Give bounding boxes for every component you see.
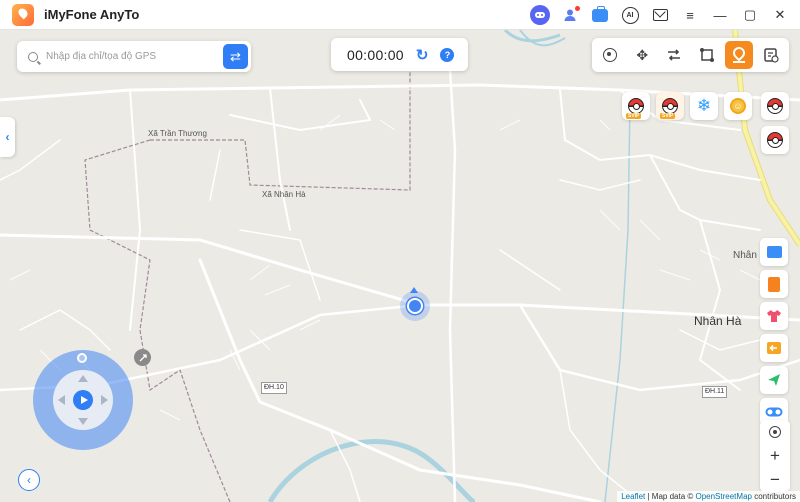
monitor-icon [766, 246, 782, 258]
history-icon [764, 48, 779, 63]
joystick[interactable] [33, 350, 133, 450]
title-bar: iMyFone AnyTo AI ≡ — ▢ ✕ [0, 0, 800, 30]
pokeball-lock-button[interactable] [761, 126, 789, 154]
joystick-route-icon[interactable] [134, 349, 151, 366]
history-button[interactable] [757, 41, 785, 69]
map-label-xa-nhan-ha: Xã Nhân Hà [262, 190, 306, 199]
pokemon-tools-row: SVIP SVIP ❄ ☺ [622, 92, 752, 120]
search-bar: ⇄ [17, 41, 251, 72]
copy-icon [768, 276, 780, 292]
arrow-up-icon[interactable] [78, 375, 88, 382]
osm-link[interactable]: OpenStreetMap [695, 492, 751, 501]
svip-badge: SVIP [660, 113, 676, 119]
search-go-button[interactable]: ⇄ [223, 44, 248, 69]
pokemon-map-button[interactable]: SVIP [622, 92, 650, 120]
multi-route-icon [699, 48, 714, 62]
current-location-marker[interactable] [400, 291, 430, 321]
search-icon [28, 51, 38, 62]
side-panel-toggle[interactable]: ‹ [0, 117, 15, 157]
arrow-left-icon[interactable] [58, 395, 65, 405]
help-icon[interactable]: ? [440, 47, 455, 62]
pokeball-button[interactable] [761, 92, 789, 120]
locate-icon [769, 426, 781, 438]
attribution-contributors: contributors [751, 492, 796, 501]
coin-icon: ☺ [730, 98, 746, 114]
discord-icon[interactable] [530, 5, 550, 25]
right-pokeball-column [761, 92, 789, 154]
pin-icon [730, 44, 748, 62]
pokeball-icon [662, 98, 678, 114]
pokeball-icon [628, 98, 644, 114]
copy-button[interactable] [760, 270, 788, 298]
teleport-mode-button[interactable] [596, 41, 624, 69]
device-button[interactable] [760, 238, 788, 266]
maximize-icon[interactable]: ▢ [740, 5, 760, 25]
road-shield-dh11: ĐH.11 [702, 386, 728, 398]
import-icon [767, 342, 781, 354]
arrow-down-icon[interactable] [78, 418, 88, 425]
close-icon[interactable]: ✕ [770, 5, 790, 25]
move-icon: ✥ [636, 46, 649, 63]
mode-toolbar: ✥ [592, 38, 789, 72]
map-label-xa-tran-thuong: Xã Trần Thương [148, 129, 207, 138]
coin-button[interactable]: ☺ [724, 92, 752, 120]
freeze-button[interactable]: ❄ [690, 92, 718, 120]
two-spot-mode-button[interactable] [660, 41, 688, 69]
joystick-direction-knob[interactable] [77, 353, 87, 363]
title-bar-icons: AI ≡ — ▢ ✕ [530, 5, 790, 25]
multi-spot-mode-button[interactable] [693, 41, 721, 69]
pokeball-icon [767, 98, 783, 114]
locate-me-button[interactable] [760, 420, 790, 444]
zoom-out-button[interactable]: − [760, 468, 790, 492]
leaflet-link[interactable]: Leaflet [621, 492, 645, 501]
app-title: iMyFone AnyTo [44, 7, 140, 22]
toggle-icon [765, 407, 783, 417]
send-icon [768, 374, 780, 386]
app-logo-icon [12, 3, 34, 26]
share-location-button[interactable] [760, 366, 788, 394]
cooldown-timer: 00:00:00 ↻ ? [331, 38, 468, 71]
import-button[interactable] [760, 334, 788, 362]
briefcase-icon[interactable] [590, 5, 610, 25]
right-toolbar [760, 238, 790, 426]
road-shield-dh10: ĐH.10 [261, 382, 287, 394]
map-label-nhan-edge: Nhân [733, 250, 757, 261]
mail-icon[interactable] [650, 5, 670, 25]
svip-badge: SVIP [626, 113, 642, 119]
pokemon-feature-button[interactable]: SVIP [656, 92, 684, 120]
joystick-mode-button[interactable]: ✥ [628, 41, 656, 69]
route-icon [668, 49, 681, 61]
attribution-separator: | Map data © [645, 492, 696, 501]
play-button[interactable] [73, 390, 93, 410]
back-button[interactable]: ‹ [18, 469, 40, 491]
map-label-nhan-ha: Nhân Hà [694, 314, 742, 328]
swap-icon: ⇄ [230, 48, 241, 64]
search-input[interactable] [46, 51, 206, 62]
zoom-controls: + − [760, 420, 790, 492]
shirt-button[interactable] [760, 302, 788, 330]
map-attribution: Leaflet | Map data © OpenStreetMap contr… [617, 491, 800, 502]
menu-icon[interactable]: ≡ [680, 5, 700, 25]
ai-icon[interactable]: AI [620, 5, 640, 25]
minimize-icon[interactable]: — [710, 5, 730, 25]
shirt-icon [767, 310, 781, 322]
user-icon[interactable] [560, 5, 580, 25]
jump-teleport-mode-button[interactable] [724, 41, 753, 69]
crosshair-icon [603, 48, 618, 62]
refresh-icon[interactable]: ↻ [416, 46, 429, 64]
zoom-in-button[interactable]: + [760, 444, 790, 468]
arrow-right-icon[interactable] [101, 395, 108, 405]
heading-arrow-icon [410, 287, 418, 293]
timer-value: 00:00:00 [347, 46, 404, 63]
pokeball-icon [767, 132, 783, 148]
snowflake-icon: ❄ [696, 96, 712, 115]
